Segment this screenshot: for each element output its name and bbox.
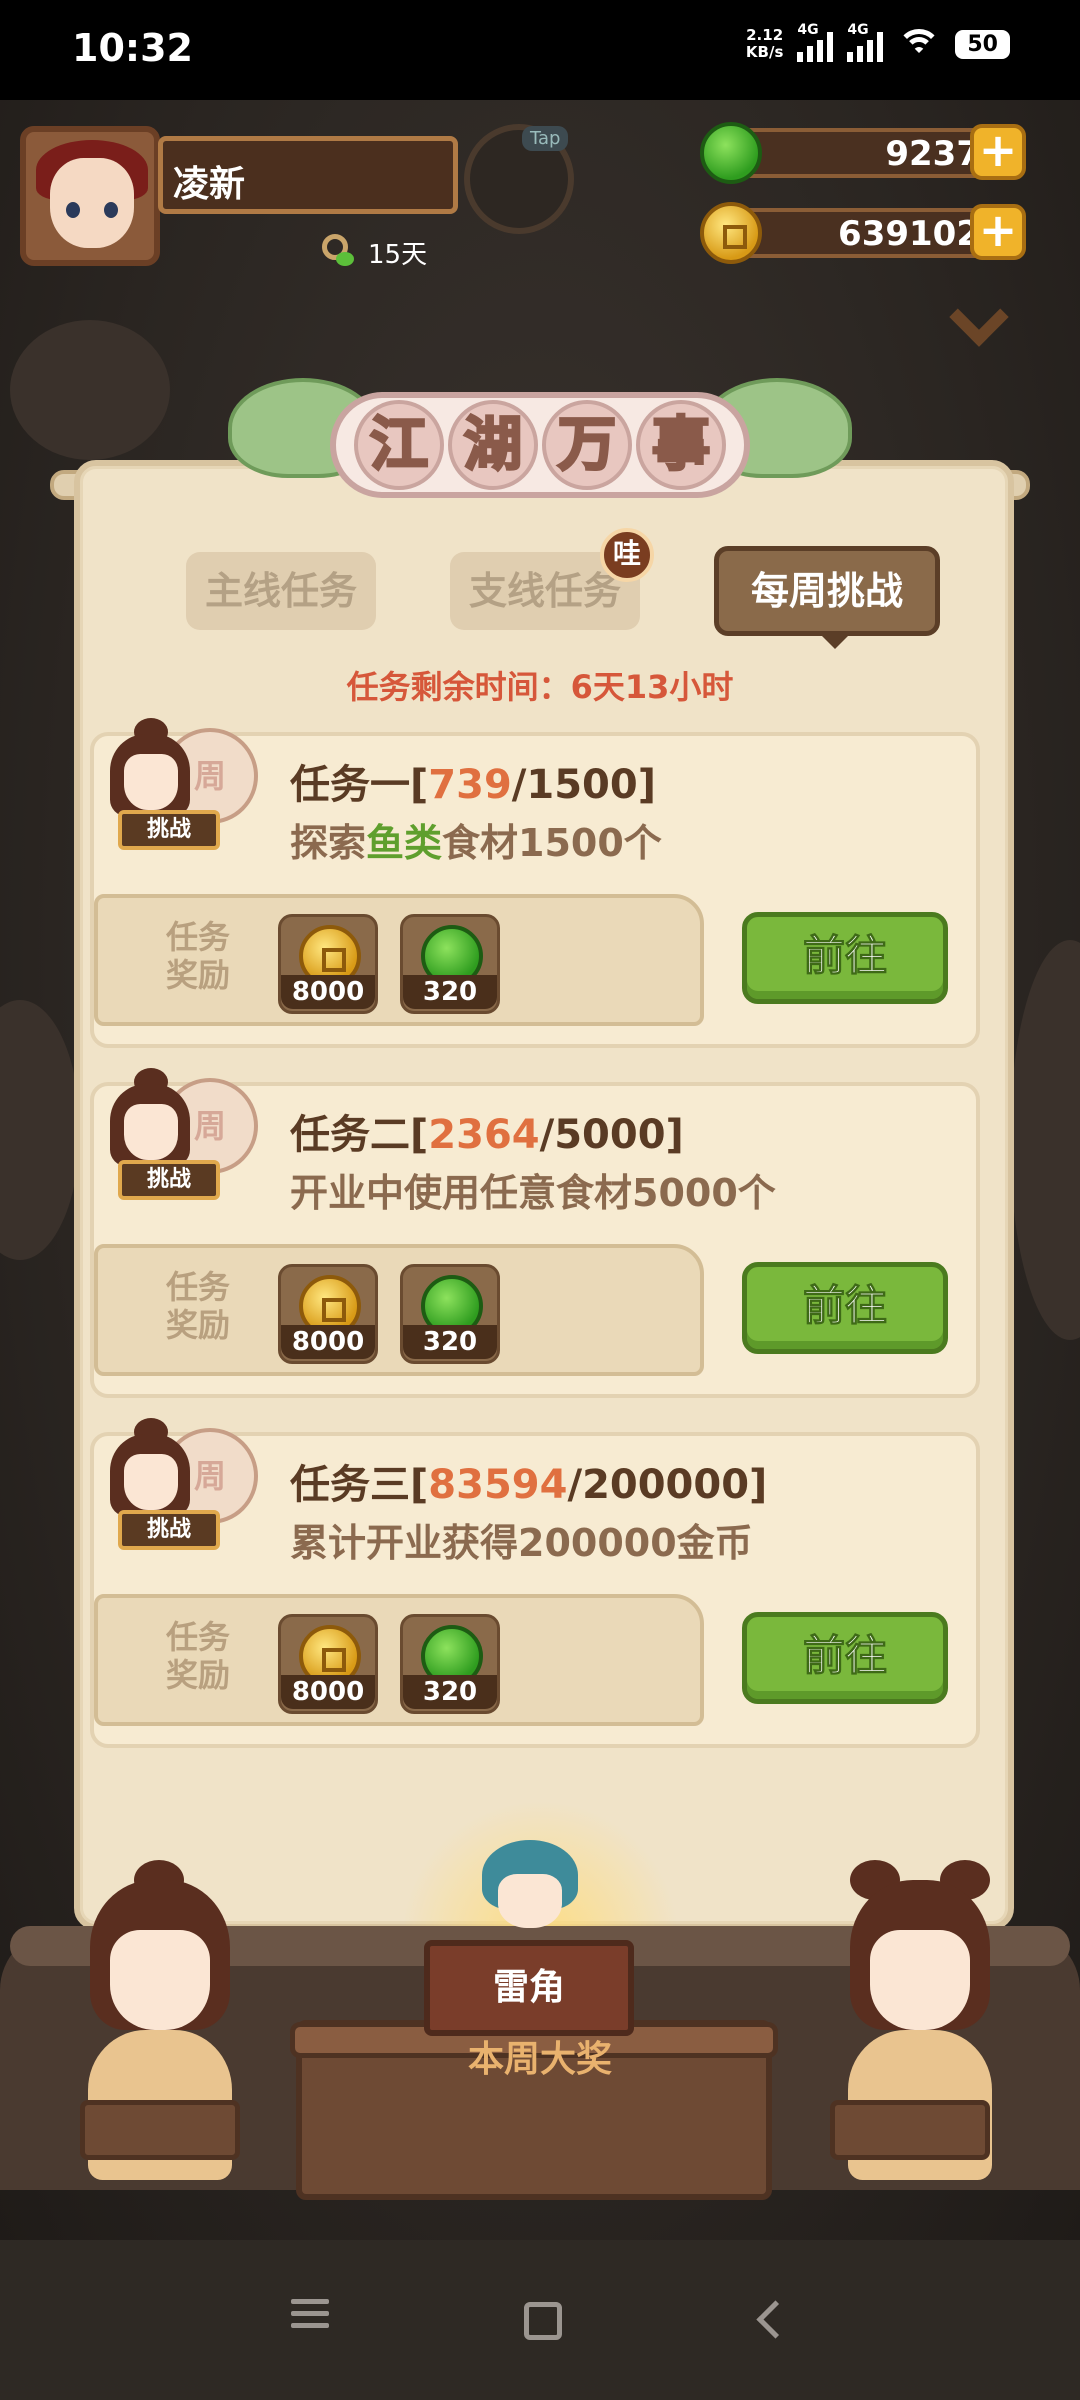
jade-coin-icon (700, 122, 762, 184)
event-icon[interactable] (10, 320, 170, 460)
task-card: 周 挑战 任务二[2364/5000] 开业中使用任意食材5000个 任务 奖励 … (90, 1068, 980, 1398)
home-icon[interactable] (510, 2292, 570, 2352)
task-description: 累计开业获得200000金币 (290, 1521, 753, 1565)
reward-label: 任务 奖励 (165, 1268, 230, 1344)
task-progress: 2364 (428, 1112, 540, 1158)
wifi-icon (897, 27, 942, 61)
reward-jade[interactable]: 320 (400, 1614, 500, 1714)
reward-scroll: 任务 奖励 8000 320 (94, 894, 704, 1026)
go-button[interactable]: 前往 (742, 1262, 948, 1354)
task-character: 周 挑战 (104, 718, 258, 868)
tap-label: Tap (522, 126, 569, 151)
reward-jade[interactable]: 320 (400, 914, 500, 1014)
key-icon (318, 232, 358, 272)
add-jade-button[interactable]: + (970, 124, 1026, 180)
gold-coin-icon (700, 202, 762, 264)
status-bar: 10:32 2.12 KB/s 4G 4G 50 (0, 0, 1080, 100)
tab-main-quests[interactable]: 主线任务 (186, 552, 376, 630)
back-icon[interactable] (740, 2292, 800, 2352)
title-char: 事 (636, 400, 726, 490)
add-gold-button[interactable]: + (970, 204, 1026, 260)
battery-icon: 50 (955, 29, 1010, 59)
task-progress: 83594 (428, 1462, 568, 1508)
reward-label: 任务 奖励 (165, 1618, 230, 1694)
challenge-tag: 挑战 (118, 1510, 220, 1550)
task-card: 周 挑战 任务三[83594/200000] 累计开业获得200000金币 任务… (90, 1418, 980, 1748)
background-decor (1010, 940, 1080, 1340)
gold-currency: 639102 + (700, 202, 1026, 264)
task-character: 周 挑战 (104, 1068, 258, 1218)
task-card: 周 挑战 任务一[739/1500] 探索鱼类食材1500个 任务 奖励 8000… (90, 718, 980, 1048)
title-char: 湖 (448, 400, 538, 490)
background-decor (0, 1000, 80, 1260)
reward-gold[interactable]: 8000 (278, 1264, 378, 1364)
new-badge: 哇 (600, 528, 654, 582)
player-name: 凌新 (173, 164, 246, 205)
panel-title: 江 湖 万 事 (228, 378, 852, 508)
status-icons: 2.12 KB/s 4G 4G 50 (745, 22, 1010, 62)
task-tabs: 主线任务 支线任务 哇 每周挑战 (186, 528, 940, 649)
jade-amount: 9237 (885, 134, 980, 174)
challenge-tag: 挑战 (118, 1160, 220, 1200)
prize-character[interactable] (482, 1840, 578, 1936)
player-name-plate: 凌新 (158, 136, 458, 214)
login-days-value: 15天 (368, 239, 428, 270)
task-title: 任务一[739/1500] (290, 762, 656, 808)
chevron-down-icon[interactable] (946, 296, 1010, 344)
time-remaining: 任务剩余时间：6天13小时 (346, 668, 734, 706)
reward-gold[interactable]: 8000 (278, 914, 378, 1014)
title-char: 江 (354, 400, 444, 490)
task-title: 任务二[2364/5000] (290, 1112, 684, 1158)
login-days: 15天 (318, 232, 427, 272)
status-time: 10:32 (72, 26, 193, 70)
reward-scroll: 任务 奖励 8000 320 (94, 1244, 704, 1376)
task-progress: 739 (428, 762, 512, 808)
title-char: 万 (542, 400, 632, 490)
weekly-prize-stage: 雷角 本周大奖 (0, 1800, 1080, 2240)
tab-side-quests[interactable]: 支线任务 哇 (450, 528, 654, 630)
task-description: 探索鱼类食材1500个 (290, 821, 662, 865)
tab-weekly-challenge[interactable]: 每周挑战 (714, 546, 940, 649)
reward-scroll: 任务 奖励 8000 320 (94, 1594, 704, 1726)
go-button[interactable]: 前往 (742, 1612, 948, 1704)
tap-button[interactable]: Tap (464, 124, 574, 234)
jade-currency: 9237 + (700, 122, 1026, 184)
task-title: 任务三[83594/200000] (290, 1462, 768, 1508)
signal-icon: 4G (847, 22, 884, 62)
menu-icon[interactable] (280, 2292, 340, 2352)
reward-gold[interactable]: 8000 (278, 1614, 378, 1714)
gold-amount: 639102 (838, 214, 980, 254)
prize-name: 雷角 (424, 1940, 634, 2036)
reward-jade[interactable]: 320 (400, 1264, 500, 1364)
challenge-tag: 挑战 (118, 810, 220, 850)
task-description: 开业中使用任意食材5000个 (290, 1171, 776, 1215)
task-character: 周 挑战 (104, 1418, 258, 1568)
system-nav-bar (0, 2240, 1080, 2400)
reward-label: 任务 奖励 (165, 918, 230, 994)
go-button[interactable]: 前往 (742, 912, 948, 1004)
player-avatar[interactable] (20, 126, 160, 266)
network-speed: 2.12 KB/s (745, 26, 784, 61)
signal-icon: 4G (797, 22, 834, 62)
